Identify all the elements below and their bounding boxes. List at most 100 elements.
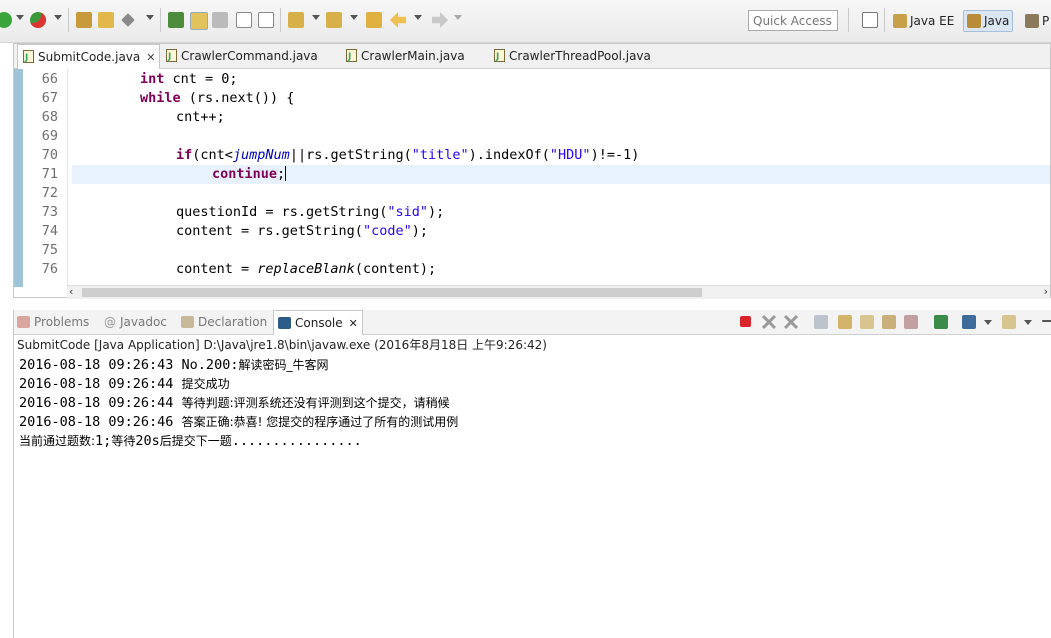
editor-tab-bar: SubmitCode.java ✕ CrawlerCommand.java Cra… (14, 44, 1050, 70)
keyword: continue (212, 166, 278, 182)
tab-declaration[interactable]: Declaration (181, 310, 267, 334)
previous-annotation-dropdown-icon[interactable] (350, 15, 358, 20)
timestamp: 2016-08-18 09:26:44 (19, 395, 182, 411)
close-icon[interactable]: ✕ (349, 317, 358, 330)
run-dropdown-icon[interactable] (16, 15, 24, 20)
perspective-icon (1025, 14, 1039, 28)
line-number: 70 (41, 147, 58, 163)
line-number: 74 (41, 223, 58, 239)
tab-javadoc[interactable]: @ Javadoc (104, 310, 167, 334)
open-folder-icon[interactable] (98, 12, 114, 28)
wand-icon[interactable] (121, 13, 135, 27)
tab-problems[interactable]: Problems (17, 310, 89, 334)
java-icon (967, 14, 981, 28)
open-perspective-icon[interactable] (862, 12, 878, 28)
java-ee-icon (893, 14, 907, 28)
display-console-icon[interactable] (962, 315, 976, 329)
tab-submitcode[interactable]: SubmitCode.java ✕ (17, 44, 160, 70)
perspective-java-ee[interactable]: Java EE (893, 11, 954, 31)
message: 等待判题:评测系统还没有评测到这个提交，请稍候 (181, 396, 450, 410)
terminate-icon[interactable] (740, 316, 751, 327)
new-package-icon[interactable] (76, 12, 92, 28)
edit-pen-icon[interactable] (190, 12, 208, 30)
console-output-line: 2016-08-18 09:26:44 等待判题:评测系统还没有评测到这个提交，… (19, 394, 450, 413)
next-annotation-dropdown-icon[interactable] (312, 15, 320, 20)
declaration-icon (181, 316, 194, 328)
back-dropdown-icon[interactable] (414, 15, 422, 20)
previous-annotation-icon[interactable] (326, 12, 342, 28)
method-call: replaceBlank (257, 261, 355, 277)
keyword: int (140, 71, 165, 87)
tab-label: SubmitCode.java (38, 50, 141, 64)
tab-console[interactable]: Console ✕ (273, 310, 363, 335)
perspective-other[interactable]: P (1025, 11, 1049, 31)
tab-crawlercommand[interactable]: CrawlerCommand.java (166, 44, 318, 69)
remove-all-launches-icon[interactable] (784, 315, 798, 329)
close-icon[interactable]: ✕ (146, 51, 155, 64)
main-toolbar: Java EE Java P (0, 0, 1051, 43)
next-annotation-icon[interactable] (288, 12, 304, 28)
message: 提交成功 (181, 377, 230, 391)
whitespace-pilcrow-icon[interactable] (258, 12, 274, 28)
back-arrow-icon[interactable] (390, 12, 406, 28)
line-number: 76 (41, 261, 58, 277)
forward-arrow-icon[interactable] (432, 12, 448, 28)
scroll-lock-icon[interactable] (838, 315, 852, 329)
problems-icon (17, 316, 30, 328)
tab-crawlerthreadpool[interactable]: CrawlerThreadPool.java (494, 44, 651, 69)
horizontal-scrollbar[interactable]: ‹ › (67, 285, 1050, 299)
pin-console-icon[interactable] (934, 315, 948, 329)
tab-label: CrawlerThreadPool.java (509, 49, 651, 63)
code-text: cnt = 0; (164, 71, 238, 87)
show-on-stderr-icon[interactable] (882, 315, 896, 329)
code-text: ||rs.getString( (289, 147, 412, 163)
external-tools-icon[interactable] (30, 12, 46, 28)
word-wrap-icon[interactable] (904, 315, 918, 329)
show-on-stdout-icon[interactable] (860, 315, 874, 329)
block-selection-icon[interactable] (236, 12, 252, 28)
quick-access-input[interactable] (748, 10, 838, 31)
gutter-divider (67, 69, 68, 287)
summary-dots: ................ (231, 433, 362, 449)
scrollbar-thumb[interactable] (82, 288, 702, 297)
toolbar-separator (884, 8, 885, 32)
java-file-icon (166, 45, 177, 69)
code-line-current: continue; (72, 165, 1050, 184)
scroll-left-icon[interactable]: ‹ (69, 285, 73, 298)
last-edit-location-icon[interactable] (366, 12, 382, 28)
line-number: 72 (41, 185, 58, 201)
open-console-icon[interactable] (1002, 315, 1016, 329)
code-area[interactable]: 66 67 68 69 70 71 72 73 74 75 76 int cnt… (14, 69, 1050, 287)
remove-launch-icon[interactable] (762, 315, 776, 329)
minimize-icon[interactable] (1042, 320, 1051, 322)
tab-label: Declaration (198, 315, 268, 329)
console-output-line: 2016-08-18 09:26:44 提交成功 (19, 375, 230, 394)
console-output-line: 2016-08-18 09:26:46 答案正确:恭喜! 您提交的程序通过了所有… (19, 413, 458, 432)
open-console-dropdown-icon[interactable] (1024, 320, 1032, 325)
summary-delay: 20s (135, 433, 160, 449)
scroll-right-icon[interactable]: › (1044, 285, 1048, 298)
message: 答案正确:恭喜! 您提交的程序通过了所有的测试用例 (181, 415, 459, 429)
clear-console-icon[interactable] (814, 315, 828, 329)
summary-count: 1; (95, 433, 112, 449)
code-text: (cnt< (192, 147, 233, 163)
toggle-mark-icon[interactable] (212, 12, 228, 28)
code-line: content = rs.getString("code"); (72, 222, 1050, 241)
perspective-java[interactable]: Java (963, 10, 1014, 32)
console-panel: Problems @ Javadoc Declaration Console ✕ S… (13, 310, 1051, 638)
code-line: while (rs.next()) { (72, 89, 1050, 108)
external-tools-dropdown-icon[interactable] (54, 15, 62, 20)
console-output-line: 2016-08-18 09:26:43 No.200:解读密码_牛客网 (19, 356, 328, 375)
display-console-dropdown-icon[interactable] (984, 320, 992, 325)
open-type-icon[interactable] (168, 12, 184, 28)
tab-crawlermain[interactable]: CrawlerMain.java (346, 44, 465, 69)
perspective-label: P (1042, 14, 1050, 28)
java-file-icon (346, 45, 357, 69)
new-dropdown-icon[interactable] (146, 15, 154, 20)
run-icon[interactable] (0, 12, 12, 28)
code-text: ; (277, 166, 286, 182)
code-line: content = replaceBlank(content); (72, 260, 1050, 279)
forward-dropdown-icon[interactable] (454, 15, 462, 20)
console-output-summary: 当前通过题数:1;等待20s后提交下一题................ (19, 432, 362, 451)
